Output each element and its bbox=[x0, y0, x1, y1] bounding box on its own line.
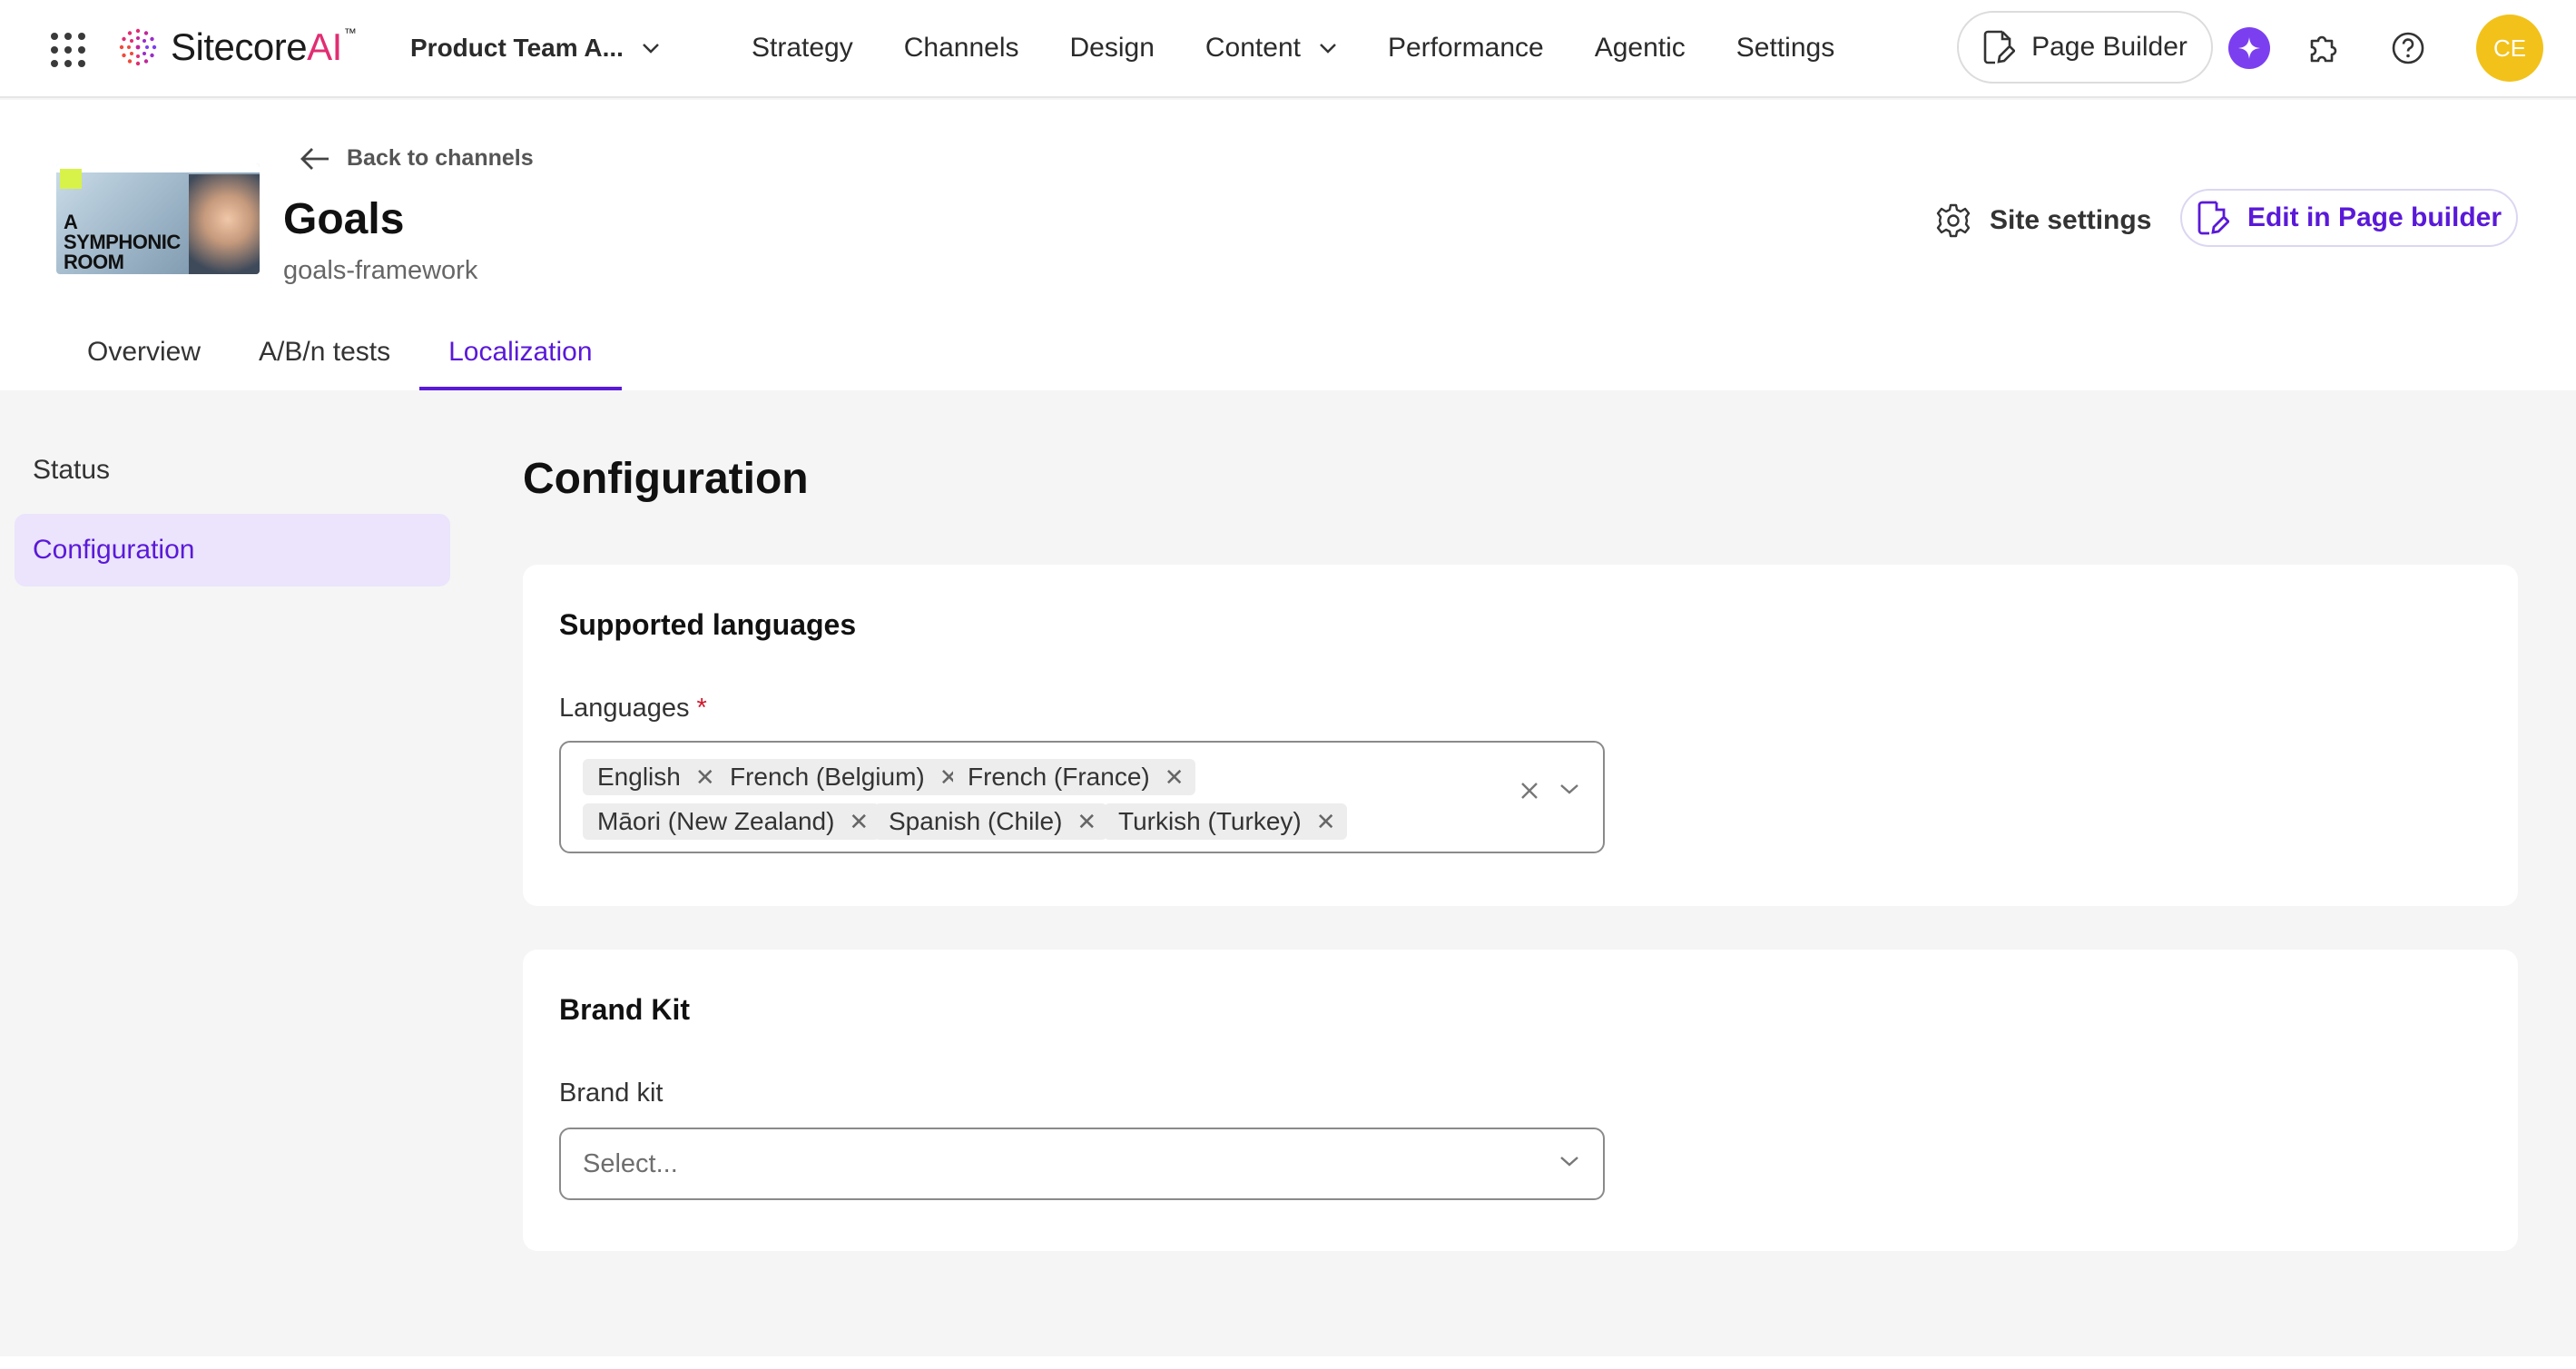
page-edit-icon bbox=[2197, 201, 2229, 235]
brand-kit-select[interactable]: Select... bbox=[559, 1128, 1605, 1200]
chevron-down-icon[interactable] bbox=[1559, 783, 1579, 795]
remove-chip-icon[interactable]: ✕ bbox=[1077, 810, 1096, 833]
section-title: Configuration bbox=[523, 455, 809, 503]
nav-label: Design bbox=[1069, 33, 1155, 63]
sidebar-item-configuration[interactable]: Configuration bbox=[15, 514, 450, 586]
bottom-edge bbox=[0, 1356, 2576, 1369]
nav-label: Performance bbox=[1387, 33, 1544, 63]
arrow-left-icon bbox=[300, 147, 329, 170]
supported-languages-title: Supported languages bbox=[559, 608, 857, 641]
site-thumbnail: A SYMPHONIC ROOM bbox=[56, 163, 260, 274]
nav-label: Settings bbox=[1735, 33, 1835, 63]
edit-in-page-builder-label: Edit in Page builder bbox=[2247, 202, 2502, 232]
language-chip: French (France) ✕ bbox=[953, 759, 1195, 795]
sitecore-logo[interactable]: SitecoreAI ™ bbox=[116, 20, 357, 74]
remove-chip-icon[interactable]: ✕ bbox=[1165, 765, 1185, 789]
gear-icon bbox=[1936, 203, 1971, 238]
nav-label: Agentic bbox=[1594, 33, 1686, 63]
back-to-channels-link[interactable]: Back to channels bbox=[300, 145, 534, 172]
nav-item-design[interactable]: Design bbox=[1070, 33, 1155, 64]
language-chip: Turkish (Turkey) ✕ bbox=[1104, 803, 1347, 840]
language-chip: French (Belgium) ✕ bbox=[715, 759, 970, 795]
chip-label: French (Belgium) bbox=[730, 763, 925, 791]
languages-multiselect[interactable]: English ✕ French (Belgium) ✕ French (Fra… bbox=[559, 741, 1605, 853]
nav-item-performance[interactable]: Performance bbox=[1388, 33, 1544, 64]
brand-kit-field-label: Brand kit bbox=[559, 1078, 664, 1108]
supported-languages-card: Supported languages Languages * English ✕… bbox=[523, 565, 2518, 906]
sidebar-item-status[interactable]: Status bbox=[15, 434, 450, 507]
page-builder-button[interactable]: Page Builder bbox=[1957, 11, 2213, 84]
main-nav: Strategy Channels Design Content Perform… bbox=[726, 25, 1860, 71]
language-chip: Spanish (Chile) ✕ bbox=[874, 803, 1108, 840]
edit-in-page-builder-button[interactable]: Edit in Page builder bbox=[2180, 189, 2518, 247]
tab-overview[interactable]: Overview bbox=[58, 318, 230, 390]
chip-label: Turkish (Turkey) bbox=[1118, 807, 1302, 835]
site-thumbnail-text: A SYMPHONIC ROOM bbox=[64, 211, 181, 273]
user-avatar[interactable]: CE bbox=[2476, 15, 2543, 82]
chevron-down-icon bbox=[1560, 1157, 1578, 1167]
language-chip: English ✕ bbox=[583, 759, 726, 795]
page-title: Goals bbox=[283, 195, 405, 243]
page-builder-label: Page Builder bbox=[2031, 32, 2188, 62]
sitecore-logo-mark-icon bbox=[119, 28, 157, 66]
languages-label-text: Languages bbox=[559, 694, 690, 723]
page-edit-icon bbox=[1983, 30, 2016, 64]
nav-item-strategy[interactable]: Strategy bbox=[752, 33, 853, 64]
page-tabs: Overview A/B/n tests Localization bbox=[58, 318, 622, 390]
nav-item-channels[interactable]: Channels bbox=[904, 33, 1019, 64]
nav-label: Strategy bbox=[752, 33, 853, 63]
top-navigation-bar: SitecoreAI ™ Product Team A... Strategy C… bbox=[0, 0, 2576, 98]
chip-label: French (France) bbox=[968, 763, 1150, 791]
languages-field-label: Languages * bbox=[559, 694, 707, 724]
site-settings-label: Site settings bbox=[1990, 205, 2152, 235]
tab-localization[interactable]: Localization bbox=[419, 318, 622, 390]
ai-assistant-sparkle-icon[interactable] bbox=[2228, 27, 2270, 69]
chevron-down-icon bbox=[1320, 44, 1336, 54]
nav-label: Content bbox=[1204, 33, 1301, 63]
chip-label: Māori (New Zealand) bbox=[597, 807, 835, 835]
brand-kit-placeholder: Select... bbox=[583, 1148, 678, 1178]
site-settings-button[interactable]: Site settings bbox=[1935, 196, 2151, 245]
back-label: Back to channels bbox=[347, 145, 534, 171]
chevron-down-icon bbox=[643, 44, 659, 54]
brand-kit-card: Brand Kit Brand kit Select... bbox=[523, 950, 2518, 1251]
help-icon[interactable] bbox=[2385, 25, 2431, 71]
chip-label: Spanish (Chile) bbox=[889, 807, 1063, 835]
nav-item-content[interactable]: Content bbox=[1205, 33, 1337, 64]
app-switcher-grid-icon[interactable] bbox=[47, 29, 85, 67]
clear-all-icon[interactable] bbox=[1519, 781, 1539, 801]
page-header: A SYMPHONIC ROOM Back to channels Goals … bbox=[0, 100, 2576, 390]
remove-chip-icon[interactable]: ✕ bbox=[695, 765, 715, 789]
brand-kit-title: Brand Kit bbox=[559, 993, 690, 1026]
organization-name: Product Team A... bbox=[410, 34, 624, 62]
brand-name: SitecoreAI ™ bbox=[171, 25, 357, 68]
tab-ab-tests[interactable]: A/B/n tests bbox=[230, 318, 419, 390]
language-chip: Māori (New Zealand) ✕ bbox=[583, 803, 880, 840]
page-slug: goals-framework bbox=[283, 256, 478, 285]
chip-label: English bbox=[597, 763, 681, 791]
remove-chip-icon[interactable]: ✕ bbox=[849, 810, 869, 833]
nav-item-agentic[interactable]: Agentic bbox=[1595, 33, 1686, 64]
nav-item-settings[interactable]: Settings bbox=[1736, 33, 1834, 64]
required-marker: * bbox=[696, 694, 707, 723]
puzzle-extensions-icon[interactable] bbox=[2300, 25, 2345, 71]
nav-label: Channels bbox=[903, 33, 1019, 63]
remove-chip-icon[interactable]: ✕ bbox=[1316, 810, 1336, 833]
organization-switcher[interactable]: Product Team A... bbox=[410, 25, 660, 71]
